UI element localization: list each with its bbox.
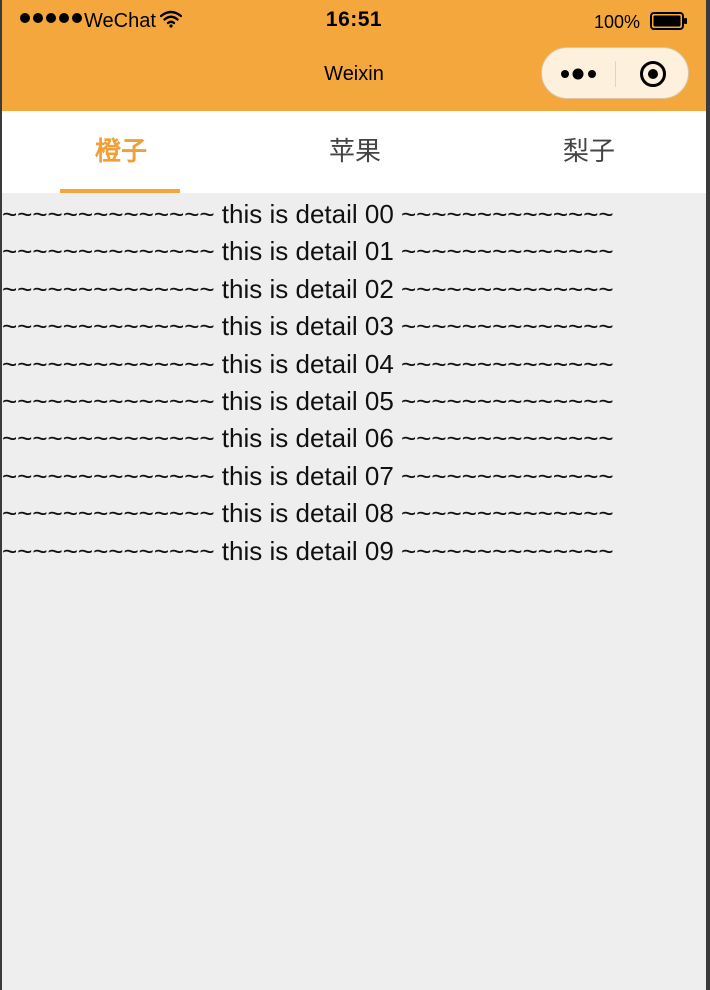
miniprogram-capsule [541, 47, 689, 99]
header: WeChat 16:51 100% Weixin [2, 0, 706, 111]
close-miniprogram-icon[interactable] [639, 60, 667, 88]
list-item: ~~~~~~~~~~~~~~ this is detail 01 ~~~~~~~… [2, 236, 614, 267]
battery-icon [650, 12, 687, 30]
phone-screen: WeChat 16:51 100% Weixin 橙子 苹果 梨子 ~~~~~~… [2, 0, 706, 990]
list-item: ~~~~~~~~~~~~~~ this is detail 09 ~~~~~~~… [2, 535, 614, 566]
list-item: ~~~~~~~~~~~~~~ this is detail 02 ~~~~~~~… [2, 273, 614, 304]
list-item: ~~~~~~~~~~~~~~ this is detail 06 ~~~~~~~… [2, 423, 614, 454]
tab-apple[interactable]: 苹果 [238, 111, 472, 193]
battery-percentage: 100% [594, 12, 641, 32]
list-item: ~~~~~~~~~~~~~~ this is detail 00 ~~~~~~~… [2, 199, 614, 229]
tab-orange[interactable]: 橙子 [4, 111, 238, 193]
detail-list: ~~~~~~~~~~~~~~ this is detail 00 ~~~~~~~… [2, 196, 706, 570]
list-item: ~~~~~~~~~~~~~~ this is detail 08 ~~~~~~~… [2, 498, 614, 529]
list-item: ~~~~~~~~~~~~~~ this is detail 03 ~~~~~~~… [2, 311, 614, 342]
list-item: ~~~~~~~~~~~~~~ this is detail 05 ~~~~~~~… [2, 385, 614, 416]
active-tab-indicator [60, 189, 180, 193]
tab-bar: 橙子 苹果 梨子 [2, 111, 706, 193]
more-dots-icon[interactable] [560, 67, 600, 81]
list-item: ~~~~~~~~~~~~~~ this is detail 04 ~~~~~~~… [2, 348, 614, 379]
capsule-divider [615, 61, 616, 87]
list-item: ~~~~~~~~~~~~~~ this is detail 07 ~~~~~~~… [2, 460, 614, 491]
tab-pear[interactable]: 梨子 [472, 111, 706, 193]
status-bar: WeChat 16:51 100% [2, 0, 706, 40]
